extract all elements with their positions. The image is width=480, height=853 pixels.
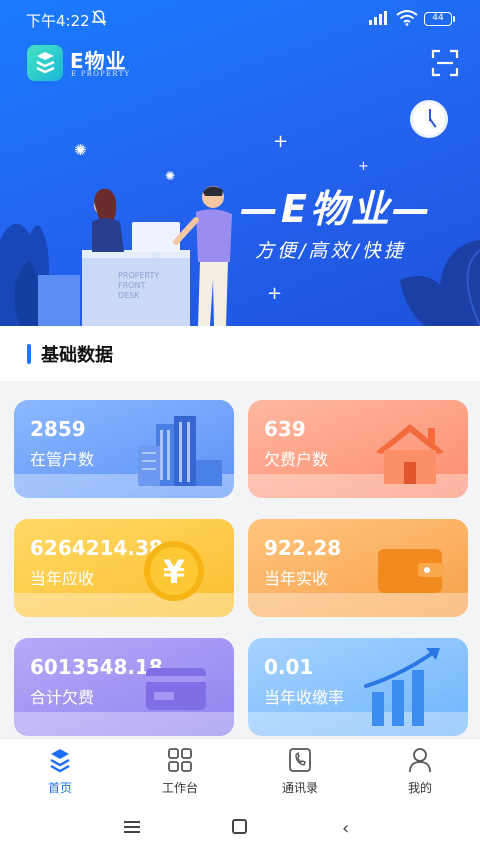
stat-label: 当年收缴率 (264, 688, 345, 707)
status-time: 下午4:22 (26, 12, 90, 30)
tab-label: 通讯录 (281, 781, 318, 795)
stat-card-managed-households[interactable]: 2859 在管户数 (14, 400, 234, 498)
wifi-icon (396, 10, 418, 26)
gear-sparkle-icon: ✺ (74, 141, 87, 159)
stat-card-arrears-households[interactable]: 639 欠费户数 (248, 400, 468, 498)
tab-contacts[interactable]: 通讯录 (240, 739, 360, 803)
rising-bars-icon (364, 648, 440, 726)
card-icon (146, 668, 206, 710)
tab-label: 首页 (47, 781, 72, 795)
scan-icon[interactable] (431, 49, 459, 77)
sparkle-icon: + (267, 283, 283, 304)
desk-sign-line-3: DESK (118, 291, 140, 300)
stat-label: 欠费户数 (264, 450, 329, 469)
stat-card-received[interactable]: 922.28 当年实收 (248, 519, 468, 617)
app-logo-icon (27, 45, 63, 81)
status-bar: 下午4:22 44 (0, 0, 480, 38)
tab-label: 我的 (407, 781, 432, 795)
section-accent-bar (27, 344, 31, 364)
mute-bell-icon (91, 10, 107, 26)
stat-label: 合计欠费 (30, 688, 95, 707)
home-logo-icon (50, 749, 70, 773)
battery-indicator: 44 (424, 12, 455, 26)
stat-value: 922.28 (264, 536, 342, 560)
leaf-decoration (400, 240, 480, 326)
stat-label: 当年实收 (264, 569, 329, 588)
phone-book-icon (289, 748, 311, 772)
section-header: 基础数据 (0, 326, 480, 381)
signal-icon (369, 11, 387, 25)
sparkle-icon: + (273, 131, 289, 152)
stat-label: 在管户数 (30, 450, 95, 469)
tab-workbench[interactable]: 工作台 (120, 739, 240, 803)
brand-subtitle: E PROPERTY (71, 70, 131, 78)
tab-home[interactable]: 首页 (0, 739, 120, 803)
sparkle-icon: + (358, 159, 369, 174)
clock-icon (410, 100, 448, 138)
stat-card-total-arrears[interactable]: 6013548.18 合计欠费 (14, 638, 234, 736)
hero-banner: 下午4:22 44 E物业 E PROPERTY + + + ✺ ✺ —E物业—… (0, 0, 480, 326)
back-icon[interactable]: ‹ (342, 818, 349, 839)
tab-mine[interactable]: 我的 (360, 739, 480, 803)
stat-label: 当年应收 (30, 569, 95, 588)
desk-sign-line-2: FRONT (118, 281, 145, 290)
stat-value: 639 (264, 417, 306, 441)
svg-text:¥: ¥ (163, 553, 185, 591)
hero-subtitle: 方便/高效/快捷 (255, 240, 406, 262)
recent-apps-icon[interactable] (124, 821, 140, 833)
stat-card-collection-rate[interactable]: 0.01 当年收缴率 (248, 638, 468, 736)
section-title: 基础数据 (41, 345, 113, 366)
system-nav-bar: ‹ (0, 802, 480, 853)
yen-coin-icon: ¥ (144, 541, 204, 601)
building-icon (138, 416, 222, 486)
stat-value: 0.01 (264, 655, 314, 679)
bottom-tab-bar: 首页 工作台 通讯录 我的 (0, 738, 480, 802)
desk-sign-line-1: PROPERTY (118, 271, 159, 280)
grid-icon (168, 748, 192, 772)
app-screen: 下午4:22 44 E物业 E PROPERTY + + + ✺ ✺ —E物业—… (0, 0, 480, 853)
tab-label: 工作台 (161, 781, 198, 795)
person-icon (409, 748, 431, 773)
home-button-icon[interactable] (232, 819, 247, 834)
wallet-icon (378, 549, 444, 593)
hero-title: —E物业— (240, 187, 433, 231)
stat-value: 2859 (30, 417, 86, 441)
front-desk-illustration: PROPERTY FRONT DESK (0, 186, 232, 326)
house-icon (376, 424, 444, 484)
stat-card-receivable[interactable]: 6264214.38 当年应收 ¥ (14, 519, 234, 617)
